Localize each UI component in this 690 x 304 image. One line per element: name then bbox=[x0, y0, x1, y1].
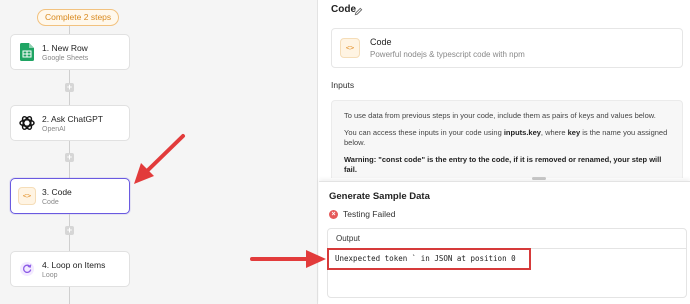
code-icon: <> bbox=[340, 38, 360, 58]
add-step-plus-icon[interactable]: + bbox=[65, 153, 74, 162]
piece-card[interactable]: <> Code Powerful nodejs & typescript cod… bbox=[331, 28, 683, 68]
piece-name: Code bbox=[370, 37, 392, 47]
connector-line bbox=[69, 92, 70, 105]
warning-text: Warning: "const code" is the entry to th… bbox=[344, 155, 662, 174]
inputs-heading: Inputs bbox=[331, 80, 355, 90]
step-code[interactable]: <> 3. Code Code bbox=[10, 178, 130, 214]
step-title: 3. Code bbox=[42, 187, 72, 197]
flow-canvas[interactable]: Complete 2 steps 1. New Row Google Sheet… bbox=[0, 0, 318, 304]
sample-data-section: Generate Sample Data × Testing Failed Ou… bbox=[319, 181, 690, 304]
info-paragraph: To use data from previous steps in your … bbox=[344, 111, 656, 120]
piece-description: Powerful nodejs & typescript code with n… bbox=[370, 50, 525, 59]
section-title: Generate Sample Data bbox=[329, 191, 430, 202]
step-title: 1. New Row bbox=[42, 43, 88, 53]
connector-line bbox=[69, 287, 70, 304]
step-subtitle: OpenAI bbox=[42, 126, 66, 133]
connector-line bbox=[69, 162, 70, 178]
openai-icon bbox=[17, 113, 37, 133]
status-text: Testing Failed bbox=[343, 209, 396, 219]
step-title: 2. Ask ChatGPT bbox=[42, 114, 103, 124]
step-subtitle: Loop bbox=[42, 272, 58, 279]
error-x-icon: × bbox=[329, 209, 338, 219]
connector-line bbox=[69, 235, 70, 251]
edit-name-pencil-icon[interactable] bbox=[354, 3, 363, 21]
test-status: × Testing Failed bbox=[329, 209, 395, 219]
resize-handle[interactable] bbox=[532, 177, 546, 180]
step-subtitle: Google Sheets bbox=[42, 55, 89, 62]
step-settings-panel: Code <> Code Powerful nodejs & typescrip… bbox=[319, 0, 690, 178]
add-step-plus-icon[interactable]: + bbox=[65, 83, 74, 92]
step-ask-chatgpt[interactable]: 2. Ask ChatGPT OpenAI bbox=[10, 105, 130, 141]
progress-badge: Complete 2 steps bbox=[37, 9, 120, 26]
inputs-info-box: To use data from previous steps in your … bbox=[331, 100, 683, 178]
error-message: Unexpected token ` in JSON at position 0 bbox=[327, 248, 531, 270]
step-new-row[interactable]: 1. New Row Google Sheets bbox=[10, 34, 130, 70]
connector-line bbox=[69, 26, 70, 34]
step-subtitle: Code bbox=[42, 199, 59, 206]
output-label: Output bbox=[328, 229, 686, 249]
step-loop-on-items[interactable]: 4. Loop on Items Loop bbox=[10, 251, 130, 287]
step-title: 4. Loop on Items bbox=[42, 260, 106, 270]
panel-title: Code bbox=[331, 4, 356, 15]
code-icon: <> bbox=[17, 186, 37, 206]
loop-icon bbox=[17, 259, 37, 279]
google-sheets-icon bbox=[17, 42, 37, 62]
info-paragraph: You can access these inputs in your code… bbox=[344, 128, 668, 147]
add-step-plus-icon[interactable]: + bbox=[65, 226, 74, 235]
